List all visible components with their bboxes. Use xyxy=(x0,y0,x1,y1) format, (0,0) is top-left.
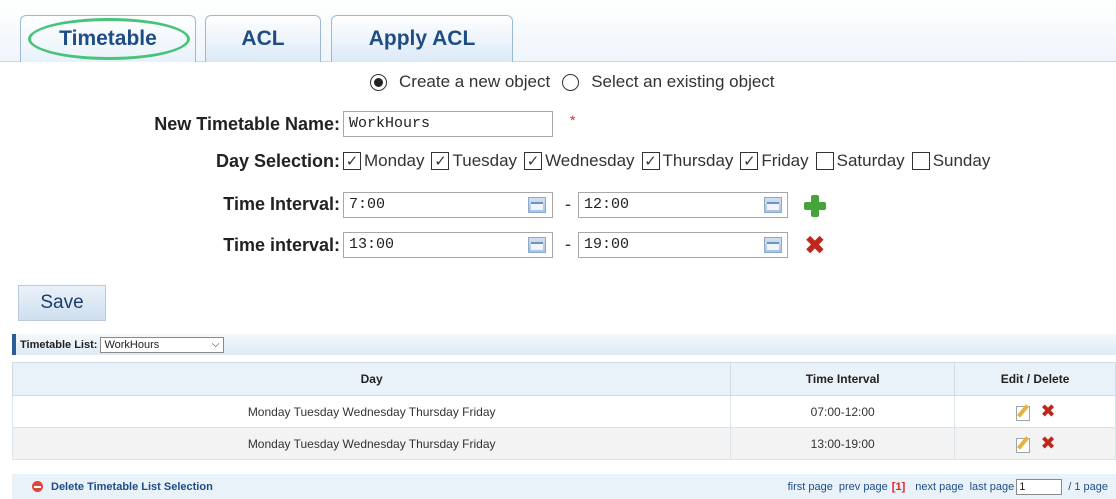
timetable-list-bar: Timetable List: WorkHours ⌵ xyxy=(12,334,1116,355)
radio-select-existing-label: Select an existing object xyxy=(591,72,775,91)
day-option-thursday[interactable]: ✓ Thursday xyxy=(641,151,734,171)
tab-label: Apply ACL xyxy=(368,27,476,50)
delete-icon[interactable]: ✖ xyxy=(1041,401,1056,422)
radio-select-existing[interactable] xyxy=(562,73,580,91)
interval-separator: - xyxy=(565,234,571,254)
pager-next[interactable]: next page xyxy=(915,481,963,493)
day-selection-label: Day Selection: xyxy=(215,151,340,171)
interval-2-start-input[interactable]: 13:00 xyxy=(343,232,553,258)
timetable-table: Day Time Interval Edit / Delete Monday T… xyxy=(11,362,1116,460)
day-label: Friday xyxy=(761,151,809,170)
tab-apply-acl[interactable]: Apply ACL xyxy=(331,15,513,62)
chevron-down-icon: ⌵ xyxy=(211,338,220,350)
day-option-friday[interactable]: ✓ Friday xyxy=(740,151,809,171)
table-row: Monday Tuesday Wednesday Thursday Friday… xyxy=(11,395,1116,428)
save-button[interactable]: Save xyxy=(18,285,106,321)
timetable-name-input[interactable]: WorkHours xyxy=(343,111,553,137)
day-option-saturday[interactable]: Saturday xyxy=(815,151,905,171)
day-label: Thursday xyxy=(662,151,734,170)
mode-selector: Create a new object Select an existing o… xyxy=(370,72,775,92)
timetable-list-select-value: WorkHours xyxy=(104,338,160,351)
day-label: Wednesday xyxy=(545,151,635,170)
radio-create-new-label: Create a new object xyxy=(399,72,551,91)
checkbox[interactable]: ✓ xyxy=(740,152,759,170)
table-header-row: Day Time Interval Edit / Delete xyxy=(11,362,1116,396)
delete-icon[interactable]: ✖ xyxy=(1041,433,1056,454)
checkbox[interactable]: ✓ xyxy=(431,152,450,170)
add-icon[interactable] xyxy=(804,195,826,217)
interval-1-end-input[interactable]: 12:00 xyxy=(578,192,788,218)
checkbox[interactable]: ✓ xyxy=(343,152,361,170)
calendar-icon[interactable] xyxy=(528,237,546,253)
day-option-monday[interactable]: ✓ Monday xyxy=(343,151,424,171)
pager-total: / 1 page xyxy=(1068,480,1108,493)
pager-first[interactable]: first page xyxy=(788,481,833,493)
tab-label: Timetable xyxy=(59,27,157,50)
radio-create-new[interactable] xyxy=(370,73,387,91)
minus-circle-icon xyxy=(32,481,43,492)
row-interval: 07:00-12:00 xyxy=(730,395,956,428)
tab-timetable[interactable]: Timetable xyxy=(20,15,196,62)
pager: first page prev page [1] next page last … xyxy=(782,478,1108,495)
row-actions: ✖ xyxy=(954,427,1116,460)
day-option-sunday[interactable]: Sunday xyxy=(911,151,991,171)
edit-icon[interactable] xyxy=(1015,436,1031,453)
pager-last[interactable]: last page xyxy=(970,481,1015,493)
calendar-icon[interactable] xyxy=(764,237,782,253)
time-interval-label-1: Time Interval: xyxy=(223,194,340,214)
day-label: Tuesday xyxy=(452,151,518,170)
day-option-wednesday[interactable]: ✓ Wednesday xyxy=(524,151,635,171)
day-label: Saturday xyxy=(836,151,905,170)
save-button-label: Save xyxy=(40,292,84,313)
page-number-input[interactable]: 1 xyxy=(1016,478,1063,495)
interval-1-start-input[interactable]: 7:00 xyxy=(343,192,553,218)
table-footer: Delete Timetable List Selection first pa… xyxy=(12,474,1116,499)
day-checkbox-group: ✓ Monday ✓ Tuesday ✓ Wednesday ✓ Thursday ✓ Frida… xyxy=(343,151,997,171)
row-day: Monday Tuesday Wednesday Thursday Friday xyxy=(11,395,732,428)
day-option-tuesday[interactable]: ✓ Tuesday xyxy=(431,151,517,171)
day-label: Monday xyxy=(364,151,425,170)
time-interval-label-2: Time interval: xyxy=(223,235,340,255)
tab-label: ACL xyxy=(241,27,285,50)
edit-icon[interactable] xyxy=(1015,404,1031,421)
checkbox[interactable]: ✓ xyxy=(641,152,660,170)
checkbox[interactable] xyxy=(815,152,834,170)
required-marker: * xyxy=(570,112,576,128)
checkbox[interactable] xyxy=(911,152,930,170)
calendar-icon[interactable] xyxy=(764,197,782,213)
table-row: Monday Tuesday Wednesday Thursday Friday… xyxy=(11,427,1116,460)
row-day: Monday Tuesday Wednesday Thursday Friday xyxy=(11,427,732,460)
delete-selection-link[interactable]: Delete Timetable List Selection xyxy=(32,481,213,493)
calendar-icon[interactable] xyxy=(528,197,546,213)
remove-icon[interactable]: ✖ xyxy=(804,231,826,261)
row-interval: 13:00-19:00 xyxy=(730,427,956,460)
checkbox[interactable]: ✓ xyxy=(524,152,543,170)
day-label: Sunday xyxy=(932,151,991,170)
interval-separator: - xyxy=(565,194,571,214)
pager-prev[interactable]: prev page xyxy=(839,481,888,493)
tab-acl[interactable]: ACL xyxy=(205,15,321,62)
tab-bar: Timetable ACL Apply ACL xyxy=(0,0,1116,62)
timetable-name-label: New Timetable Name: xyxy=(154,114,340,134)
column-header-edit-delete: Edit / Delete xyxy=(954,362,1116,396)
interval-2-end-input[interactable]: 19:00 xyxy=(578,232,788,258)
timetable-list-title: Timetable List: xyxy=(20,338,98,351)
row-actions: ✖ xyxy=(954,395,1116,428)
timetable-list-select[interactable]: WorkHours ⌵ xyxy=(100,336,225,353)
delete-selection-label: Delete Timetable List Selection xyxy=(51,480,213,493)
pager-current: [1] xyxy=(891,480,906,493)
column-header-day: Day xyxy=(11,362,732,396)
column-header-time-interval: Time Interval xyxy=(730,362,956,396)
